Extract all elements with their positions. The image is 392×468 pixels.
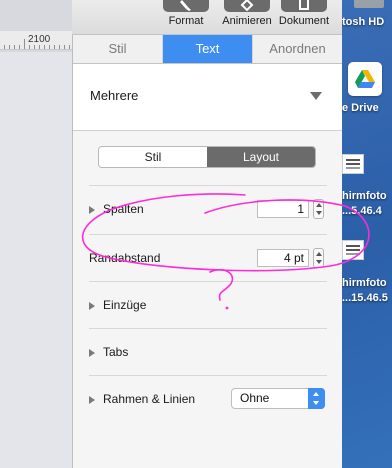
screenshot-1-name[interactable]: hirmfoto (342, 190, 387, 202)
borders-popup[interactable]: Ohne (231, 388, 325, 409)
ruler-label: 2100 (28, 34, 51, 45)
borders-row: Rahmen & Linien Ohne (89, 375, 327, 421)
hard-disk-icon[interactable] (354, 0, 384, 8)
chevron-down-icon[interactable] (310, 92, 322, 100)
inspector-tabs: Stil Text Anordnen (73, 35, 342, 64)
format-label: Format (168, 15, 204, 27)
screenshot-file-icon[interactable] (342, 240, 364, 260)
tabs-row[interactable]: Tabs (89, 328, 327, 374)
horizontal-ruler: 2100 (0, 31, 72, 50)
screenshot-file-icon[interactable] (342, 154, 364, 174)
screenshot-1-date[interactable]: ...5.46.4 (342, 205, 382, 217)
inset-label: Randabstand (89, 251, 161, 265)
segment-style[interactable]: Stil (99, 147, 207, 167)
borders-value: Ohne (240, 391, 270, 405)
hard-disk-label[interactable]: tosh HD (342, 16, 384, 28)
borders-label: Rahmen & Linien (103, 392, 196, 406)
disclosure-triangle-icon[interactable] (89, 206, 95, 214)
style-layout-switch: Stil Layout (98, 146, 316, 168)
google-drive-label[interactable]: e Drive (342, 102, 379, 114)
document-button[interactable]: Dokument (274, 0, 334, 27)
disclosure-triangle-icon[interactable] (89, 396, 95, 404)
disclosure-triangle-icon[interactable] (89, 349, 95, 357)
disclosure-triangle-icon[interactable] (89, 302, 95, 310)
indents-label: Einzüge (103, 298, 147, 312)
popup-arrows-icon[interactable] (308, 388, 325, 409)
canvas-area[interactable] (0, 52, 72, 468)
format-button[interactable]: Format (156, 0, 216, 27)
inset-stepper[interactable] (313, 248, 324, 268)
slide-canvas[interactable]: 2100 (0, 0, 72, 468)
inset-input[interactable]: 4 pt (257, 249, 309, 267)
google-drive-icon[interactable] (348, 62, 382, 96)
desktop: tosh HD e Drive hirmfoto ...5.46.4 hirmf… (342, 0, 392, 468)
columns-row: Spalten 1 (89, 185, 327, 231)
tabs-label: Tabs (103, 345, 129, 359)
tab-style[interactable]: Stil (73, 35, 163, 63)
columns-label: Spalten (103, 202, 144, 216)
diamond-icon (224, 0, 270, 12)
document-icon (281, 0, 327, 12)
inset-row: Randabstand 4 pt (89, 234, 327, 280)
segment-layout[interactable]: Layout (207, 147, 315, 167)
paragraph-style-selector[interactable]: Mehrere (73, 64, 342, 131)
columns-stepper[interactable] (313, 199, 324, 219)
columns-input[interactable]: 1 (257, 200, 309, 218)
toolbar: Format Animieren Dokument (72, 0, 342, 35)
paintbrush-icon (163, 0, 209, 12)
animate-button[interactable]: Animieren (217, 0, 277, 27)
format-inspector: Stil Text Anordnen Mehrere Stil Layout S… (72, 35, 342, 468)
paragraph-style-name: Mehrere (90, 88, 139, 103)
animate-label: Animieren (222, 15, 272, 27)
document-label: Dokument (278, 15, 330, 27)
screenshot-2-date[interactable]: ...15.46.5 (342, 292, 388, 304)
tab-text[interactable]: Text (163, 35, 253, 63)
tab-arrange[interactable]: Anordnen (253, 35, 342, 63)
screenshot-2-name[interactable]: hirmfoto (342, 277, 387, 289)
indents-row[interactable]: Einzüge (89, 281, 327, 327)
